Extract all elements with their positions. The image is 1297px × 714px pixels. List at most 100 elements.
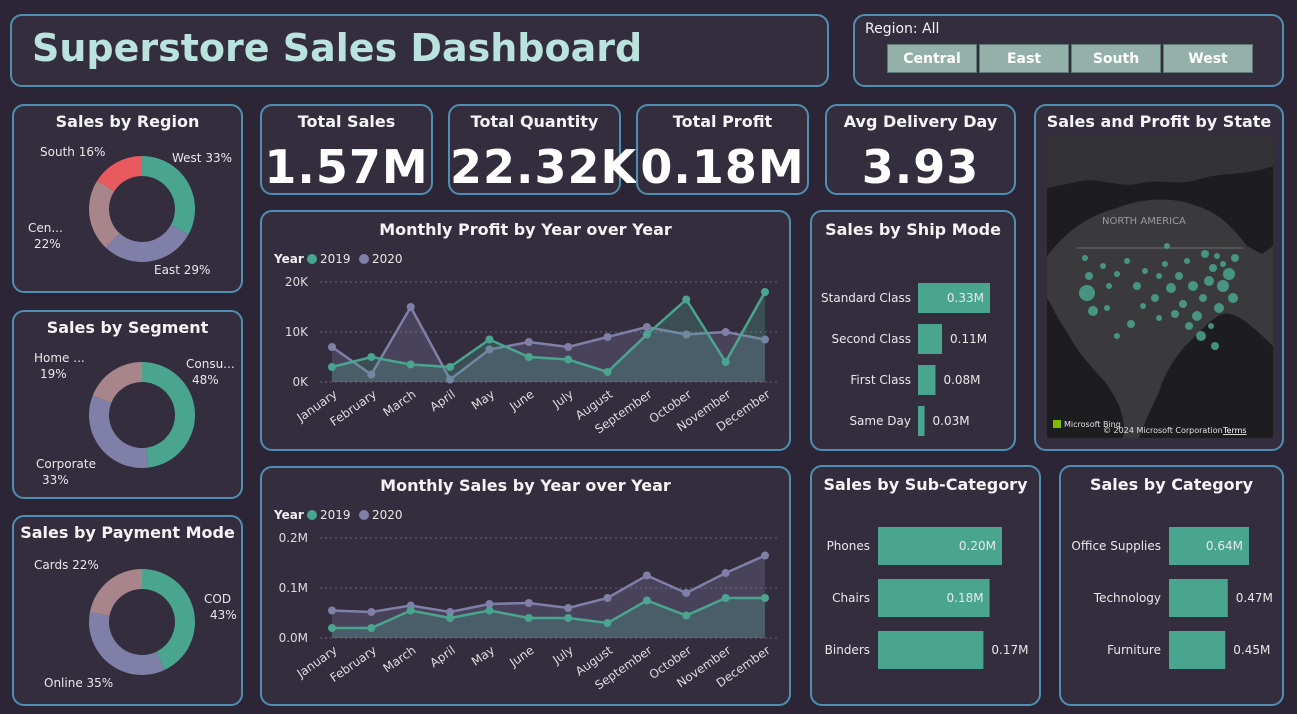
state-bubble[interactable] (1228, 293, 1238, 303)
sales-by-sub-category-card[interactable]: Sales by Sub-Category Phones 0.20M Chairs 0… (810, 465, 1041, 706)
state-bubble[interactable] (1114, 271, 1120, 277)
state-bubble[interactable] (1184, 258, 1190, 264)
data-point-2019[interactable] (328, 363, 336, 371)
sales-profit-by-state-card[interactable]: Sales and Profit by State NORTH AMERICA … (1034, 104, 1284, 451)
data-point-2020[interactable] (603, 594, 612, 602)
slicer-button-south[interactable]: South (1071, 44, 1161, 73)
legend-marker-2020[interactable] (359, 254, 369, 264)
data-point-2020[interactable] (761, 551, 769, 560)
donut-slice-corporate[interactable] (88, 395, 149, 468)
state-bubble[interactable] (1142, 268, 1148, 274)
state-bubble[interactable] (1185, 322, 1193, 330)
state-bubble[interactable] (1223, 268, 1235, 280)
data-point-2020[interactable] (603, 333, 612, 341)
state-bubble[interactable] (1214, 303, 1224, 313)
monthly-profit-chart[interactable]: Year 2019 20200K10K20KJanuaryFebruary March… (262, 212, 789, 449)
data-point-2019[interactable] (524, 614, 533, 622)
state-bubble[interactable] (1079, 285, 1095, 301)
state-bubble[interactable] (1164, 243, 1170, 249)
donut-slice-consumer[interactable] (142, 362, 196, 468)
data-point-2020[interactable] (642, 323, 651, 331)
monthly-profit-card[interactable]: Monthly Profit by Year over Year Year 201… (260, 210, 791, 451)
legend-marker-2019[interactable] (307, 254, 317, 264)
state-bubble[interactable] (1085, 272, 1093, 280)
state-bubble[interactable] (1162, 261, 1168, 267)
state-bubble[interactable] (1171, 310, 1179, 318)
state-bubble[interactable] (1179, 300, 1187, 308)
data-point-2019[interactable] (603, 368, 612, 376)
slicer-button-east[interactable]: East (979, 44, 1069, 73)
state-bubble[interactable] (1127, 320, 1135, 328)
state-bubble[interactable] (1106, 283, 1112, 289)
state-bubble[interactable] (1199, 294, 1207, 302)
donut-slice-central[interactable] (89, 180, 120, 248)
state-bubble[interactable] (1104, 305, 1110, 311)
bar-same-day[interactable] (918, 406, 925, 436)
data-point-2019[interactable] (406, 606, 415, 615)
data-point-2020[interactable] (406, 303, 415, 311)
state-bubble[interactable] (1204, 276, 1214, 286)
data-point-2019[interactable] (721, 594, 730, 602)
donut-slice-west[interactable] (142, 156, 195, 235)
data-point-2019[interactable] (367, 353, 376, 361)
state-bubble[interactable] (1156, 273, 1162, 279)
bar-furniture[interactable] (1169, 631, 1226, 669)
data-point-2019[interactable] (367, 624, 376, 632)
data-point-2020[interactable] (564, 343, 573, 351)
state-map[interactable]: NORTH AMERICA Microsoft Bing © 2024 Micr… (1047, 136, 1273, 438)
data-point-2019[interactable] (564, 355, 573, 364)
state-bubble[interactable] (1192, 311, 1202, 321)
slicer-button-central[interactable]: Central (887, 44, 977, 73)
data-point-2019[interactable] (721, 358, 730, 366)
sales-by-region-card[interactable]: Sales by Region West 33% East 29% Cen... 22… (12, 104, 243, 293)
data-point-2020[interactable] (524, 338, 533, 346)
data-point-2020[interactable] (721, 328, 730, 336)
data-point-2019[interactable] (446, 363, 455, 371)
sales-by-payment-mode-card[interactable]: Sales by Payment Mode COD 43% Online 35% Ca… (12, 515, 243, 706)
state-bubble[interactable] (1211, 342, 1219, 350)
data-point-2020[interactable] (328, 343, 336, 351)
data-point-2019[interactable] (328, 624, 336, 632)
state-bubble[interactable] (1156, 315, 1162, 321)
data-point-2020[interactable] (328, 606, 336, 615)
state-bubble[interactable] (1082, 255, 1088, 261)
donut-slice-home-office[interactable] (92, 362, 142, 403)
data-point-2020[interactable] (642, 571, 651, 580)
legend-marker-2019[interactable] (307, 510, 317, 520)
state-bubble[interactable] (1175, 272, 1183, 280)
state-bubble[interactable] (1209, 264, 1217, 272)
sales-by-region-donut[interactable]: West 33% East 29% Cen... 22% South 16% (14, 106, 241, 291)
data-point-2020[interactable] (564, 604, 573, 612)
state-bubble[interactable] (1208, 323, 1214, 329)
state-bubble[interactable] (1217, 280, 1229, 292)
data-point-2020[interactable] (721, 569, 730, 577)
sales-by-ship-mode-card[interactable]: Sales by Ship Mode Standard Class 0.33M Se… (810, 210, 1016, 451)
data-point-2020[interactable] (524, 599, 533, 607)
sub-category-bars[interactable]: Phones 0.20M Chairs 0.18M Binders 0.17M (812, 467, 1039, 704)
data-point-2019[interactable] (446, 614, 455, 622)
slicer-button-west[interactable]: West (1163, 44, 1253, 73)
bar-binders[interactable] (878, 631, 984, 669)
data-point-2019[interactable] (761, 594, 769, 602)
state-bubble[interactable] (1220, 261, 1226, 267)
donut-slice-online[interactable] (88, 612, 165, 675)
sales-by-segment-card[interactable]: Sales by Segment Consu... 48% Corporate 33%… (12, 310, 243, 499)
monthly-sales-chart[interactable]: Year 2019 20200.0M0.1M0.2MJanuaryFebruary M… (262, 468, 789, 704)
state-bubble[interactable] (1124, 258, 1130, 264)
map-terms-link[interactable]: Terms (1222, 426, 1247, 435)
state-bubble[interactable] (1088, 306, 1098, 316)
state-bubble[interactable] (1231, 254, 1239, 262)
monthly-sales-card[interactable]: Monthly Sales by Year over Year Year 2019… (260, 466, 791, 706)
state-bubble[interactable] (1151, 294, 1159, 302)
state-bubble[interactable] (1133, 282, 1141, 290)
donut-slice-east[interactable] (105, 224, 189, 262)
state-bubble[interactable] (1196, 331, 1206, 341)
ship-mode-bars[interactable]: Standard Class 0.33M Second Class 0.11M Firs… (812, 212, 1014, 449)
bar-technology[interactable] (1169, 579, 1228, 617)
data-point-2019[interactable] (682, 611, 691, 620)
sales-by-payment-mode-donut[interactable]: COD 43% Online 35% Cards 22% (14, 517, 241, 704)
donut-slice-cards[interactable] (89, 569, 142, 616)
legend-marker-2020[interactable] (359, 510, 369, 520)
sales-by-segment-donut[interactable]: Consu... 48% Corporate 33% Home ... 19% (14, 312, 241, 497)
data-point-2019[interactable] (485, 606, 494, 615)
